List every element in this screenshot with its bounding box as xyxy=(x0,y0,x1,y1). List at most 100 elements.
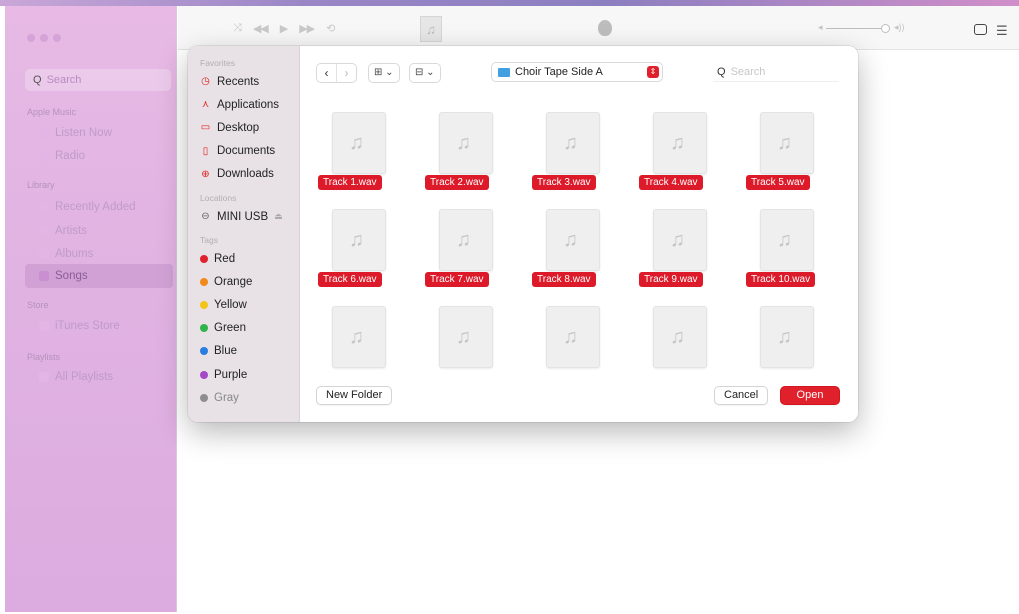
minimize-window-button[interactable] xyxy=(40,34,48,42)
file-item[interactable]: ♫ Track 9.wav xyxy=(637,207,717,299)
sidebar-item-artists[interactable]: Artists xyxy=(39,225,87,237)
chevron-down-icon: ⌄ xyxy=(385,67,394,78)
sidebar-item-label: Applications xyxy=(217,98,280,111)
open-button[interactable]: Open xyxy=(780,386,840,405)
audio-file-thumbnail[interactable]: ♫ xyxy=(332,209,386,271)
location-popup[interactable]: Choir Tape Side A ⇕ xyxy=(491,62,663,82)
file-item[interactable]: ♫ xyxy=(530,304,610,370)
audio-file-thumbnail[interactable]: ♫ xyxy=(332,112,386,174)
file-item[interactable]: ♫ Track 3.wav xyxy=(530,110,610,202)
now-playing-artwork[interactable]: ♫ xyxy=(420,16,442,42)
sidebar-item-documents[interactable]: ▯ Documents xyxy=(188,140,299,163)
radio-icon xyxy=(39,151,49,161)
audio-file-thumbnail[interactable]: ♫ xyxy=(439,112,493,174)
sidebar-item-albums[interactable]: Albums xyxy=(39,248,93,260)
tag-orange[interactable]: Orange xyxy=(188,270,299,293)
file-item[interactable]: ♫ xyxy=(744,304,824,370)
dialog-main: ‹ › ⊞ ⌄ ⊟ ⌄ Choir Tape Side A ⇕ Q Search… xyxy=(300,46,858,422)
audio-file-thumbnail[interactable]: ♫ xyxy=(760,112,814,174)
eject-icon[interactable]: ⏏ xyxy=(274,211,283,222)
sidebar-item-applications[interactable]: ⋏ Applications xyxy=(188,93,299,116)
volume-slider-knob[interactable] xyxy=(881,24,890,33)
audio-file-thumbnail[interactable]: ♫ xyxy=(332,306,386,368)
music-note-icon: ♫ xyxy=(563,229,578,251)
audio-file-thumbnail[interactable]: ♫ xyxy=(653,306,707,368)
file-item[interactable]: ♫ Track 5.wav xyxy=(744,110,824,202)
play-icon[interactable]: ▶ xyxy=(280,22,289,35)
file-item[interactable]: ♫ xyxy=(423,304,503,370)
lyrics-icon[interactable] xyxy=(974,24,987,35)
zoom-window-button[interactable] xyxy=(53,34,61,42)
sidebar-item-desktop[interactable]: ▭ Desktop xyxy=(188,116,299,139)
file-name-label[interactable]: Track 4.wav xyxy=(639,175,703,190)
sidebar-item-mini-usb[interactable]: ⊖ MINI USB ⏏ xyxy=(188,205,299,228)
file-item[interactable]: ♫ Track 6.wav xyxy=(316,207,396,299)
section-library: Library xyxy=(27,180,55,190)
file-name-label[interactable]: Track 1.wav xyxy=(318,175,382,190)
search-icon: Q xyxy=(717,65,726,78)
music-search-input[interactable]: Q Search xyxy=(25,69,171,91)
volume-slider[interactable] xyxy=(826,28,886,29)
file-item[interactable]: ♫ Track 1.wav xyxy=(316,110,396,202)
audio-file-thumbnail[interactable]: ♫ xyxy=(653,209,707,271)
file-item[interactable]: ♫ xyxy=(637,304,717,370)
audio-file-thumbnail[interactable]: ♫ xyxy=(439,209,493,271)
tag-red[interactable]: Red xyxy=(188,247,299,270)
sidebar-item-all-playlists[interactable]: All Playlists xyxy=(39,371,113,383)
sidebar-item-itunes-store[interactable]: iTunes Store xyxy=(39,320,120,332)
repeat-icon[interactable]: ⟲ xyxy=(326,22,335,35)
close-window-button[interactable] xyxy=(27,34,35,42)
audio-file-thumbnail[interactable]: ♫ xyxy=(760,209,814,271)
audio-file-thumbnail[interactable]: ♫ xyxy=(546,209,600,271)
cancel-button[interactable]: Cancel xyxy=(714,386,769,405)
file-item[interactable]: ♫ Track 8.wav xyxy=(530,207,610,299)
sidebar-item-songs[interactable]: Songs xyxy=(25,264,173,288)
file-name-label[interactable]: Track 10.wav xyxy=(746,272,816,287)
file-item[interactable]: ♫ Track 10.wav xyxy=(744,207,824,299)
group-button[interactable]: ⊟ ⌄ xyxy=(409,63,441,83)
file-item[interactable]: ♫ Track 4.wav xyxy=(637,110,717,202)
file-item[interactable]: ♫ Track 7.wav xyxy=(423,207,503,299)
document-icon: ▯ xyxy=(202,145,209,157)
audio-file-thumbnail[interactable]: ♫ xyxy=(653,112,707,174)
sidebar-item-recently-added[interactable]: Recently Added xyxy=(39,201,136,213)
tags-heading: Tags xyxy=(200,235,218,246)
sidebar-item-radio[interactable]: Radio xyxy=(39,150,85,162)
window-controls[interactable] xyxy=(27,34,61,42)
audio-file-thumbnail[interactable]: ♫ xyxy=(439,306,493,368)
forward-button[interactable]: › xyxy=(336,64,356,82)
sidebar-item-recents[interactable]: ◷ Recents xyxy=(188,70,299,93)
file-item[interactable]: ♫ Track 2.wav xyxy=(423,110,503,202)
back-button[interactable]: ‹ xyxy=(317,64,336,82)
file-name-label[interactable]: Track 5.wav xyxy=(746,175,810,190)
file-item[interactable]: ♫ xyxy=(316,304,396,370)
sidebar-item-downloads[interactable]: ⊕ Downloads xyxy=(188,163,299,186)
fast-forward-icon[interactable]: ▶▶ xyxy=(299,22,315,35)
tag-yellow[interactable]: Yellow xyxy=(188,294,299,317)
tag-purple[interactable]: Purple xyxy=(188,363,299,386)
file-name-label[interactable]: Track 3.wav xyxy=(532,175,596,190)
audio-file-thumbnail[interactable]: ♫ xyxy=(760,306,814,368)
dialog-search-input[interactable]: Q Search xyxy=(713,62,839,82)
icon-view-button[interactable]: ⊞ ⌄ xyxy=(368,63,400,83)
sidebar-item-listen-now[interactable]: Listen Now xyxy=(39,127,112,139)
file-name-label[interactable]: Track 6.wav xyxy=(318,272,382,287)
audio-file-thumbnail[interactable]: ♫ xyxy=(546,306,600,368)
file-name-label[interactable]: Track 7.wav xyxy=(425,272,489,287)
rewind-icon[interactable]: ◀◀ xyxy=(253,22,269,35)
music-note-icon: ♫ xyxy=(563,132,578,154)
file-name-label[interactable]: Track 9.wav xyxy=(639,272,703,287)
tag-label: Orange xyxy=(214,275,253,288)
tag-green[interactable]: Green xyxy=(188,317,299,340)
tag-blue[interactable]: Blue xyxy=(188,340,299,363)
audio-file-thumbnail[interactable]: ♫ xyxy=(546,112,600,174)
shuffle-icon[interactable]: ⤨ xyxy=(233,22,242,35)
file-name-label[interactable]: Track 8.wav xyxy=(532,272,596,287)
file-name-label[interactable]: Track 2.wav xyxy=(425,175,489,190)
sidebar-item-label: iTunes Store xyxy=(55,320,120,332)
dialog-footer: New Folder Cancel Open xyxy=(300,374,858,422)
tag-label: Purple xyxy=(214,368,248,381)
new-folder-button[interactable]: New Folder xyxy=(316,386,393,405)
up-next-list-icon[interactable]: ☰ xyxy=(996,23,1008,39)
tag-gray[interactable]: Gray xyxy=(188,386,299,409)
